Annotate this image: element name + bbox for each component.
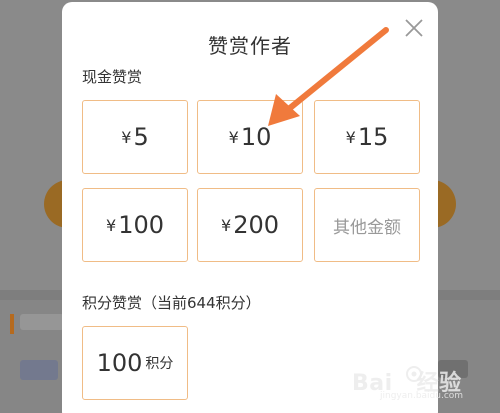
currency-symbol: ¥ (221, 215, 232, 235)
background-blurred-text (20, 314, 64, 330)
amount-value: 5 (133, 123, 149, 151)
amount-option-200[interactable]: ¥ 200 (197, 188, 303, 262)
amount-option-15[interactable]: ¥ 15 (314, 100, 420, 174)
other-amount-label: 其他金额 (333, 217, 401, 238)
close-icon (405, 19, 423, 37)
amount-value: 15 (357, 123, 389, 151)
amount-value: 10 (240, 123, 272, 151)
points-value: 100 (96, 349, 143, 377)
points-unit: 积分 (145, 356, 174, 372)
amount-option-10[interactable]: ¥ 10 (197, 100, 303, 174)
points-option-100[interactable]: 100 积分 (82, 326, 188, 400)
background-blurred-thumbnail (20, 360, 58, 380)
amount-option-5[interactable]: ¥ 5 (82, 100, 188, 174)
cash-reward-label: 现金赞赏 (82, 68, 143, 86)
currency-symbol: ¥ (106, 215, 117, 235)
amount-value: 200 (233, 211, 279, 239)
dialog-title: 赞赏作者 (208, 34, 292, 58)
background-accent-bar (10, 314, 14, 334)
amount-value: 100 (118, 211, 164, 239)
reward-author-dialog: 赞赏作者 现金赞赏 ¥ 5 ¥ 10 ¥ 15 ¥ 100 ¥ 200 其他金额… (62, 2, 438, 413)
currency-symbol: ¥ (228, 127, 239, 147)
points-reward-label: 积分赞赏（当前644积分） (82, 294, 261, 312)
currency-symbol: ¥ (121, 127, 132, 147)
watermark-url: jingyan.baidu.com (380, 391, 464, 401)
other-amount-option[interactable]: 其他金额 (314, 188, 420, 262)
currency-symbol: ¥ (345, 127, 356, 147)
amount-option-100[interactable]: ¥ 100 (82, 188, 188, 262)
close-button[interactable] (400, 14, 428, 42)
